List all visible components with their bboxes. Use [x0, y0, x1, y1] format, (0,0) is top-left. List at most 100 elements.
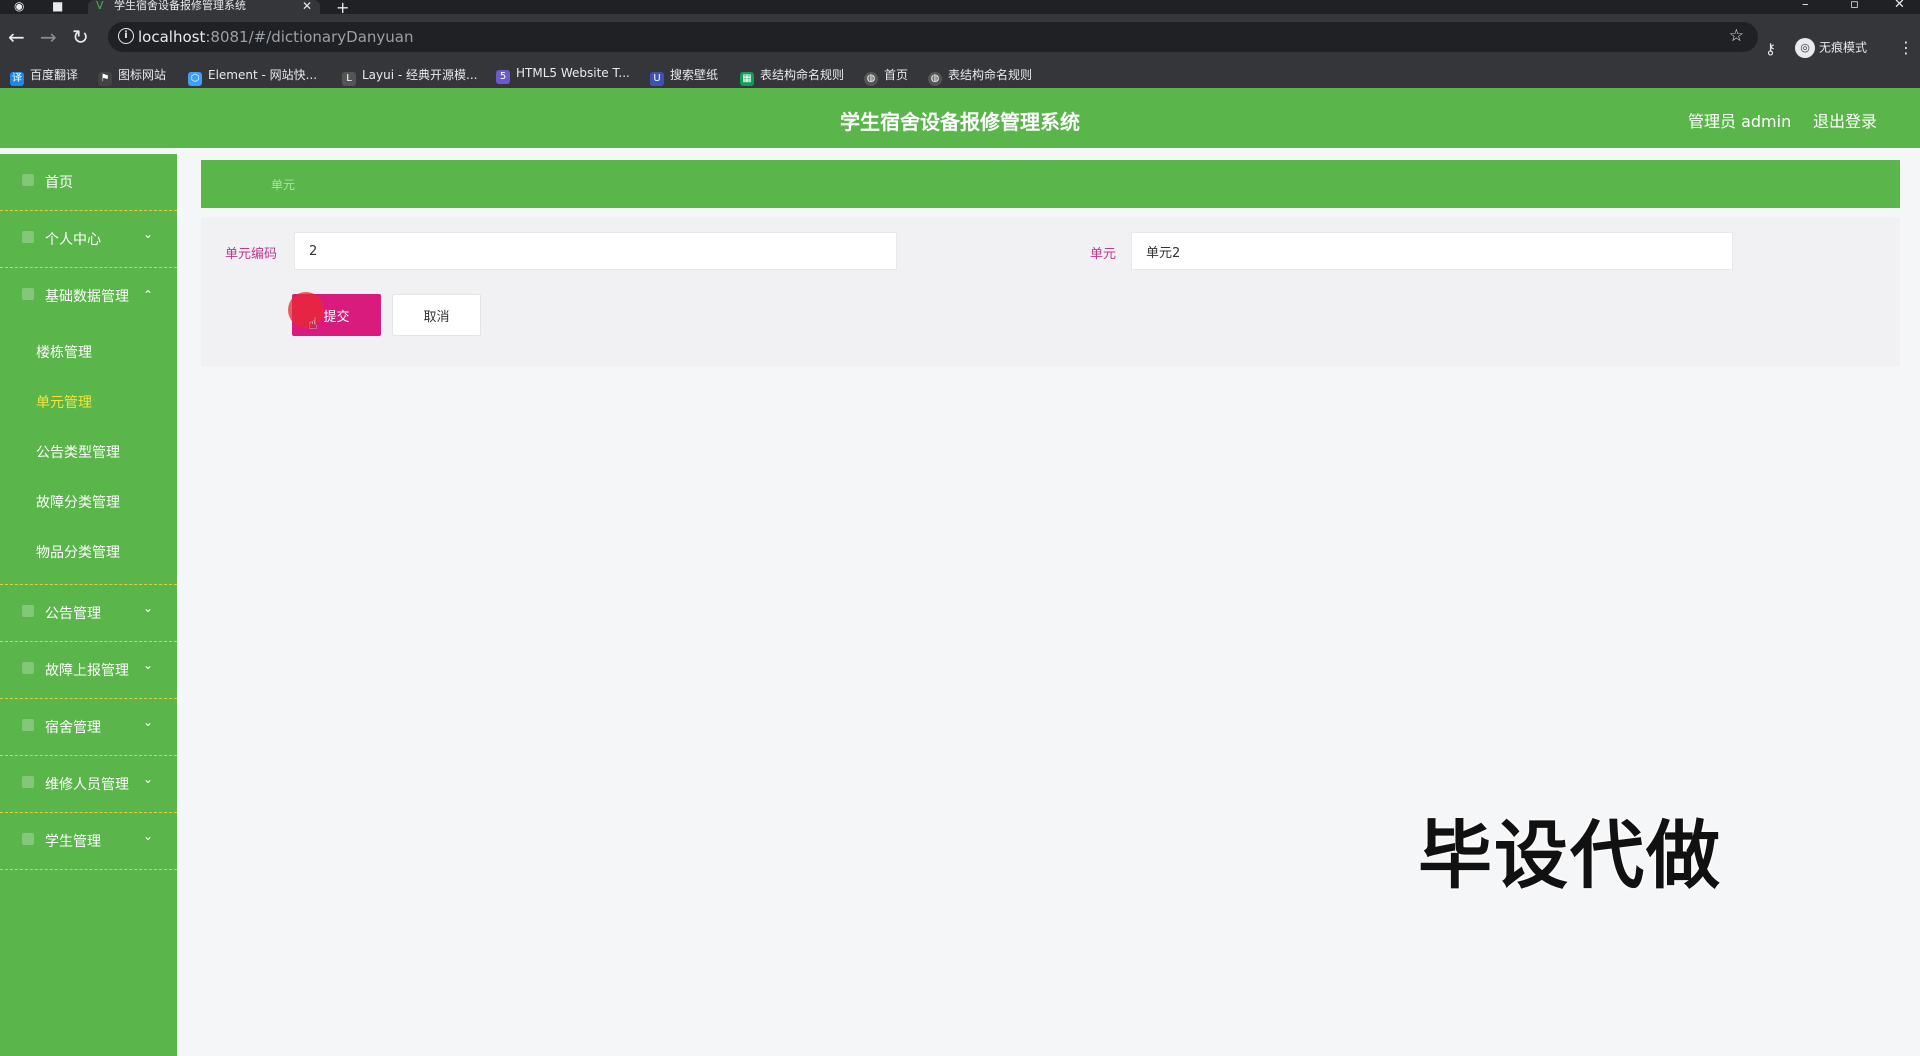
notice-icon	[22, 605, 34, 617]
bookmarks-bar: 译百度翻译 ⚑ 图标网站 ⬡ Element - 网站快... L Layui - 经…	[0, 62, 1920, 89]
sidebar: 首页 个人中心 ⌄ 基础数据管理 ⌃ 楼栋管理 单元管理 公告类型管理 故障分类…	[0, 154, 177, 1056]
unit-edit-form: 单元编码 单元 提交 取消 ☝	[201, 218, 1900, 366]
bookmark-item[interactable]: 译百度翻译	[10, 66, 78, 86]
sidebar-item-label: 首页	[45, 175, 73, 191]
unit-name-input[interactable]	[1131, 232, 1733, 270]
sidebar-item-label: 公告管理	[45, 606, 101, 622]
close-tab-icon[interactable]: ✕	[302, 0, 312, 12]
sidebar-subitem-building[interactable]: 楼栋管理	[0, 328, 177, 378]
browser-tab-strip: ◉ ■ V 学生宿舍设备报修管理系统 ✕ + – ▫ ✕	[0, 0, 1920, 17]
sidebar-item-repair-staff[interactable]: 维修人员管理 ⌄	[0, 756, 177, 813]
reload-icon[interactable]: ↻	[72, 26, 89, 48]
tab-title: 学生宿舍设备报修管理系统	[114, 0, 246, 12]
wallpaper-logo-icon: U	[650, 72, 664, 86]
data-icon	[22, 288, 34, 300]
address-bar[interactable]: i localhost:8081/#/dictionaryDanyuan ☆	[108, 22, 1758, 52]
bookmark-label: 表结构命名规则	[760, 68, 845, 82]
breadcrumb-current[interactable]: 单元	[271, 176, 295, 193]
incognito-icon: ◎	[1795, 38, 1815, 58]
globe-icon: ◍	[864, 72, 878, 86]
sidebar-subitem-unit[interactable]: 单元管理	[0, 378, 177, 428]
sidebar-item-dormitory[interactable]: 宿舍管理 ⌄	[0, 699, 177, 756]
back-arrow-icon[interactable]: ←	[8, 26, 25, 48]
bookmark-item[interactable]: 5 HTML5 Website T...	[496, 66, 630, 84]
bookmark-label: 搜索壁纸	[670, 68, 719, 82]
bookmark-item[interactable]: L Layui - 经典开源模...	[342, 66, 477, 86]
bookmark-item[interactable]: ◍ 首页	[864, 66, 908, 86]
chevron-down-icon: ⌄	[143, 715, 154, 729]
sidebar-item-label: 学生管理	[45, 834, 101, 850]
browser-profile-icon[interactable]: ◉	[14, 0, 24, 12]
sidebar-item-personal-center[interactable]: 个人中心 ⌄	[0, 211, 177, 268]
sidebar-item-label: 故障上报管理	[45, 663, 129, 679]
sidebar-item-label: 个人中心	[45, 232, 101, 248]
current-user-label: 管理员 admin	[1688, 112, 1792, 131]
dorm-icon	[22, 719, 34, 731]
maximize-icon[interactable]: ▫	[1850, 0, 1859, 12]
site-info-icon[interactable]: i	[118, 28, 134, 44]
sidebar-item-fault-reports[interactable]: 故障上报管理 ⌄	[0, 642, 177, 699]
sidebar-subitem-fault-category[interactable]: 故障分类管理	[0, 478, 177, 528]
chevron-down-icon: ⌄	[143, 601, 154, 615]
bookmark-label: 百度翻译	[30, 68, 79, 82]
submit-button[interactable]: 提交	[288, 292, 381, 336]
bookmark-label: 首页	[884, 68, 909, 82]
app-title: 学生宿舍设备报修管理系统	[840, 110, 1080, 134]
incognito-badge[interactable]: ◎ 无痕模式	[1795, 38, 1867, 58]
bookmark-label: Element - 网站快...	[208, 68, 318, 82]
browser-tab-active[interactable]: V 学生宿舍设备报修管理系统 ✕	[88, 0, 320, 14]
home-icon	[22, 174, 34, 186]
url-host: localhost	[138, 28, 206, 46]
unit-code-label: 单元编码	[225, 247, 278, 262]
html5-logo-icon: 5	[496, 70, 510, 84]
url-path: :8081/#/dictionaryDanyuan	[205, 28, 414, 46]
unit-code-input[interactable]	[294, 232, 897, 270]
bookmark-favicon-icon: 译	[10, 72, 24, 86]
password-key-icon[interactable]: ⚷	[1765, 40, 1776, 58]
bookmark-item[interactable]: U 搜索壁纸	[650, 66, 718, 86]
minimize-icon[interactable]: –	[1802, 0, 1809, 12]
sidebar-item-label: 维修人员管理	[45, 777, 129, 793]
bookmark-item[interactable]: ⚑ 图标网站	[98, 66, 166, 86]
tab-search-icon[interactable]: ■	[52, 0, 63, 12]
sidebar-item-home[interactable]: 首页	[0, 154, 177, 211]
sidebar-item-students[interactable]: 学生管理 ⌄	[0, 813, 177, 870]
app-header: 学生宿舍设备报修管理系统 管理员 admin 退出登录	[0, 88, 1920, 148]
browser-menu-icon[interactable]: ⋮	[1898, 38, 1914, 57]
browser-toolbar: ← → ↻ i localhost:8081/#/dictionaryDanyu…	[0, 14, 1920, 62]
bookmark-star-icon[interactable]: ☆	[1729, 26, 1744, 46]
logout-button[interactable]: 退出登录	[1813, 108, 1877, 132]
sidebar-item-label: 宿舍管理	[45, 720, 101, 736]
submit-label: 提交	[323, 309, 350, 325]
chevron-down-icon: ⌄	[143, 772, 154, 786]
sidebar-subitem-notice-type[interactable]: 公告类型管理	[0, 428, 177, 478]
incognito-label: 无痕模式	[1819, 40, 1868, 55]
bookmark-item[interactable]: ⬡ Element - 网站快...	[188, 66, 317, 86]
vue-favicon-icon: V	[96, 0, 104, 12]
flag-icon: ⚑	[98, 72, 112, 86]
bookmark-label: 图标网站	[118, 68, 167, 82]
layui-logo-icon: L	[342, 72, 356, 86]
unit-name-label: 单元	[1090, 247, 1117, 262]
wrench-icon	[22, 776, 34, 788]
chevron-down-icon: ⌄	[143, 227, 154, 241]
bookmark-item[interactable]: ▦ 表结构命名规则	[740, 66, 844, 86]
student-icon	[22, 833, 34, 845]
bookmark-label: 表结构命名规则	[948, 68, 1033, 82]
chevron-up-icon: ⌃	[143, 288, 154, 302]
cancel-button[interactable]: 取消	[392, 294, 481, 336]
bookmark-item[interactable]: ◍ 表结构命名规则	[928, 66, 1032, 86]
sidebar-item-notices[interactable]: 公告管理 ⌄	[0, 585, 177, 642]
report-icon	[22, 662, 34, 674]
watermark-text: 毕设代做	[1418, 813, 1722, 899]
sidebar-submenu: 楼栋管理 单元管理 公告类型管理 故障分类管理 物品分类管理	[0, 324, 177, 585]
sidebar-item-basic-data[interactable]: 基础数据管理 ⌃	[0, 268, 177, 324]
click-indicator	[288, 292, 324, 328]
url-text[interactable]: localhost:8081/#/dictionaryDanyuan	[138, 28, 413, 46]
sidebar-subitem-item-category[interactable]: 物品分类管理	[0, 528, 177, 578]
bookmark-label: Layui - 经典开源模...	[362, 68, 478, 82]
close-window-icon[interactable]: ✕	[1894, 0, 1905, 12]
forward-arrow-icon[interactable]: →	[40, 26, 57, 48]
chevron-down-icon: ⌄	[143, 829, 154, 843]
bookmark-label: HTML5 Website T...	[516, 66, 630, 80]
